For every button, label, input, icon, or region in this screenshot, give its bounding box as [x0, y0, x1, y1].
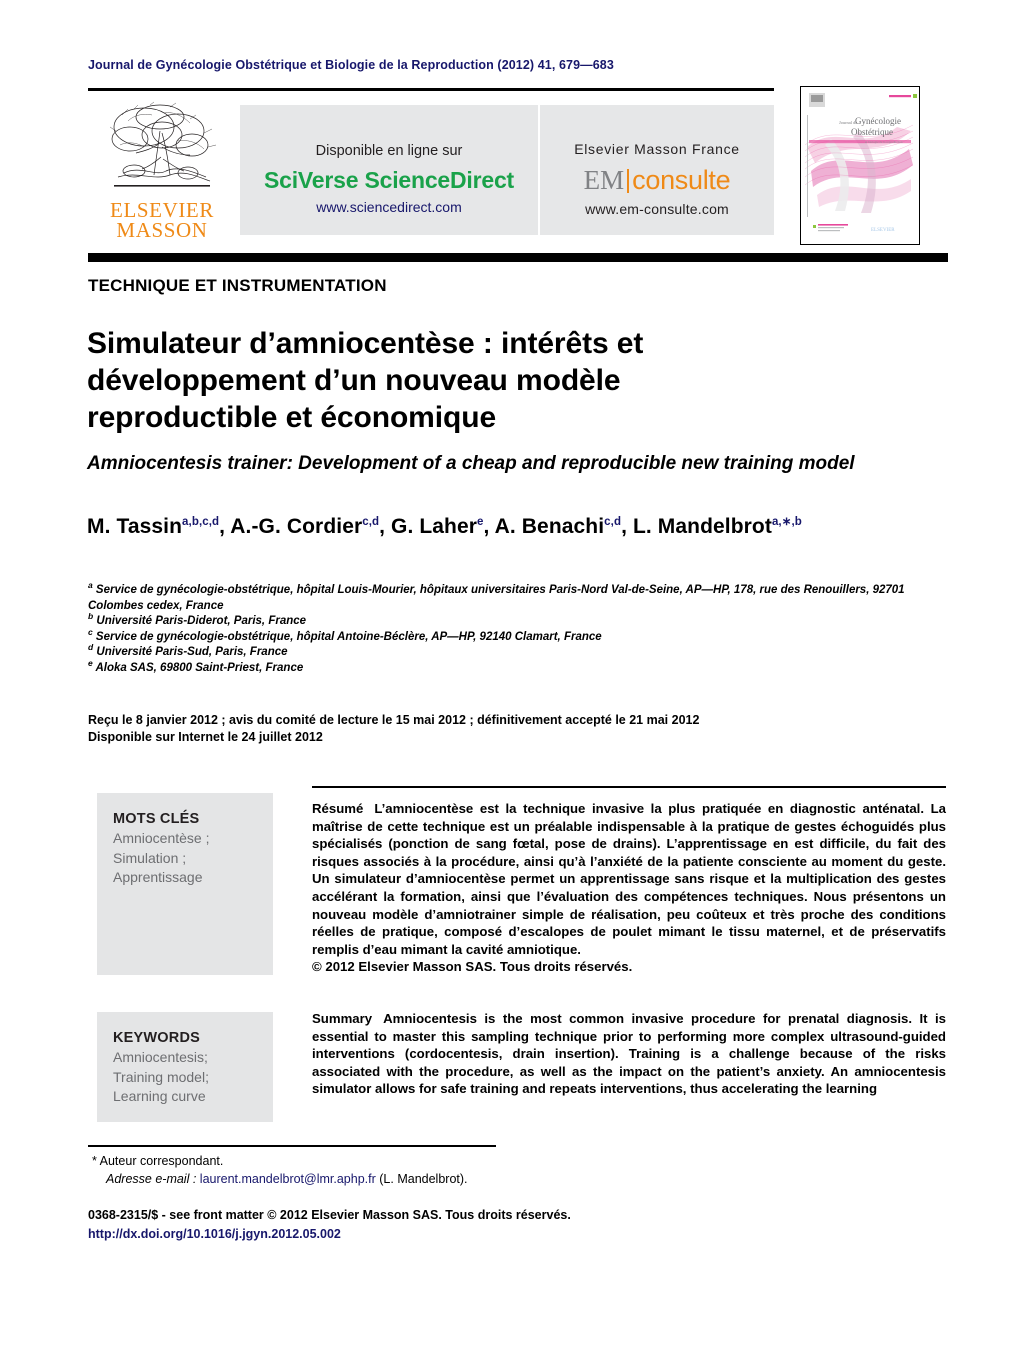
- author-affiliation-marks: a,∗,b: [771, 516, 802, 528]
- abstract-french-lead: Résumé: [312, 801, 364, 816]
- sciencedirect-panel: Disponible en ligne sur SciVerse Science…: [240, 105, 538, 235]
- corresponding-author-note: * Auteur correspondant. Adresse e-mail :…: [92, 1152, 692, 1188]
- dates-online-line: Disponible sur Internet le 24 juillet 20…: [88, 730, 323, 744]
- author-affiliation-marks: a,b,c,d: [182, 516, 220, 528]
- svg-text:ELSEVIER: ELSEVIER: [871, 228, 895, 233]
- keywords-heading-french: MOTS CLÉS: [113, 811, 200, 827]
- affiliation-item: d Université Paris-Sud, Paris, France: [88, 642, 288, 658]
- abstract-french-copyright: © 2012 Elsevier Masson SAS. Tous droits …: [312, 959, 633, 975]
- colophon: 0368-2315/$ - see front matter © 2012 El…: [88, 1206, 788, 1244]
- sciencedirect-url[interactable]: www.sciencedirect.com: [240, 199, 538, 215]
- keywords-box-french: MOTS CLÉS Amniocentèse ; Simulation ; Ap…: [97, 793, 273, 975]
- abstract-english-body: Amniocentesis is the most common invasiv…: [312, 1011, 946, 1097]
- elsevier-masson-france-label: Elsevier Masson France: [574, 141, 740, 157]
- affiliation-mark: a: [88, 580, 93, 591]
- elsevier-masson-logo: ELSEVIER MASSON: [88, 97, 236, 243]
- affiliation-item: e Aloka SAS, 69800 Saint-Priest, France: [88, 657, 304, 674]
- article-first-page: Journal de Gynécologie Obstétrique et Bi…: [0, 0, 1020, 1351]
- emconsulte-panel: Elsevier Masson France EM consulte www.em…: [540, 105, 774, 235]
- abstract-french: Résumé L’amniocentèse est la technique in…: [312, 800, 946, 976]
- author-affiliation-marks: e: [477, 516, 484, 528]
- author-name: A. Benachi: [494, 515, 605, 538]
- keywords-terms-french: Amniocentèse ; Simulation ; Apprentissag…: [113, 830, 210, 885]
- author-list: M. Tassina,b,c,d, A.-G. Cordierc,d, G. L…: [87, 515, 802, 538]
- svg-text:Obstétrique: Obstétrique: [851, 127, 893, 137]
- corresponding-author-label: * Auteur correspondant.: [92, 1154, 224, 1168]
- front-matter-line: 0368-2315/$ - see front matter © 2012 El…: [88, 1208, 571, 1222]
- dates-received-line: Reçu le 8 janvier 2012 ; avis du comité …: [88, 713, 700, 727]
- affiliation-mark: c: [88, 626, 93, 637]
- available-online-label: Disponible en ligne sur: [315, 143, 463, 159]
- running-head: Journal de Gynécologie Obstétrique et Bi…: [88, 58, 614, 72]
- doi-link[interactable]: http://dx.doi.org/10.1016/j.jgyn.2012.05…: [88, 1225, 788, 1244]
- section-kicker: TECHNIQUE ET INSTRUMENTATION: [88, 276, 387, 295]
- author-name: L. Mandelbrot: [632, 515, 772, 538]
- affiliation-mark: e: [88, 657, 93, 668]
- masson-wordmark: MASSON: [116, 218, 208, 242]
- section-divider-bar: [88, 253, 948, 262]
- abstract-english-lead: Summary: [312, 1011, 373, 1026]
- affiliation-item: c Service de gynécologie-obstétrique, hô…: [88, 626, 602, 643]
- keywords-box-english: KEYWORDS Amniocentesis; Training model; …: [97, 1012, 273, 1122]
- emconsulte-logo-em: EM: [583, 165, 625, 195]
- affiliation-mark: b: [88, 611, 94, 622]
- author-name: M. Tassin: [87, 515, 183, 538]
- page-subtitle-english: Amniocentesis trainer: Development of a …: [87, 452, 855, 474]
- abstract-rule: [312, 786, 946, 788]
- affiliation-mark: d: [88, 642, 94, 653]
- author-affiliation-marks: c,d: [362, 516, 380, 528]
- svg-text:et biologie de la reproduction: et biologie de la reproduction: [865, 140, 903, 144]
- corresponding-author-email-line: Adresse e-mail : laurent.mandelbrot@lmr.…: [92, 1170, 692, 1188]
- emconsulte-url[interactable]: www.em-consulte.com: [540, 201, 774, 217]
- author-name: G. Laher: [391, 515, 478, 538]
- footnote-rule: [88, 1145, 496, 1147]
- journal-cover-thumbnail: Journal de Gynécologie Obstétrique et bi…: [800, 86, 920, 245]
- email-owner: (L. Mandelbrot).: [379, 1172, 468, 1186]
- email-link[interactable]: laurent.mandelbrot@lmr.aphp.fr: [200, 1172, 376, 1186]
- affiliation-list: a Service de gynécologie-obstétrique, hô…: [88, 580, 946, 676]
- publication-dates: Reçu le 8 janvier 2012 ; avis du comité …: [88, 712, 888, 746]
- header-rule: [88, 88, 774, 91]
- emconsulte-logo-consulte: consulte: [632, 165, 731, 195]
- email-label: Adresse e-mail :: [106, 1172, 197, 1186]
- sciverse-sciencedirect-logo: SciVerse ScienceDirect: [263, 167, 515, 193]
- journal-cover-artwork: Journal de Gynécologie Obstétrique et bi…: [801, 87, 919, 244]
- page-title: Simulateur d’amniocentèse : intérêts et …: [87, 327, 644, 435]
- affiliation-item: b Université Paris-Diderot, Paris, Franc…: [88, 611, 307, 627]
- publisher-banner: ELSEVIER MASSON Disponible en ligne sur …: [88, 97, 774, 243]
- emconsulte-logo: EM consulte: [540, 165, 774, 200]
- elsevier-tree-icon: [109, 101, 217, 187]
- abstract-french-body: L’amniocentèse est la technique invasive…: [312, 801, 946, 957]
- abstract-english: Summary Amniocentesis is the most common …: [312, 1010, 946, 1098]
- keywords-heading-english: KEYWORDS: [113, 1030, 200, 1046]
- svg-text:Gynécologie: Gynécologie: [855, 116, 901, 126]
- affiliation-item: a Service de gynécologie-obstétrique, hô…: [88, 580, 905, 612]
- emconsulte-logo-divider: [627, 169, 630, 193]
- author-affiliation-marks: c,d: [604, 516, 622, 528]
- author-name: A.-G. Cordier: [230, 515, 363, 538]
- keywords-terms-english: Amniocentesis; Training model; Learning …: [113, 1049, 209, 1104]
